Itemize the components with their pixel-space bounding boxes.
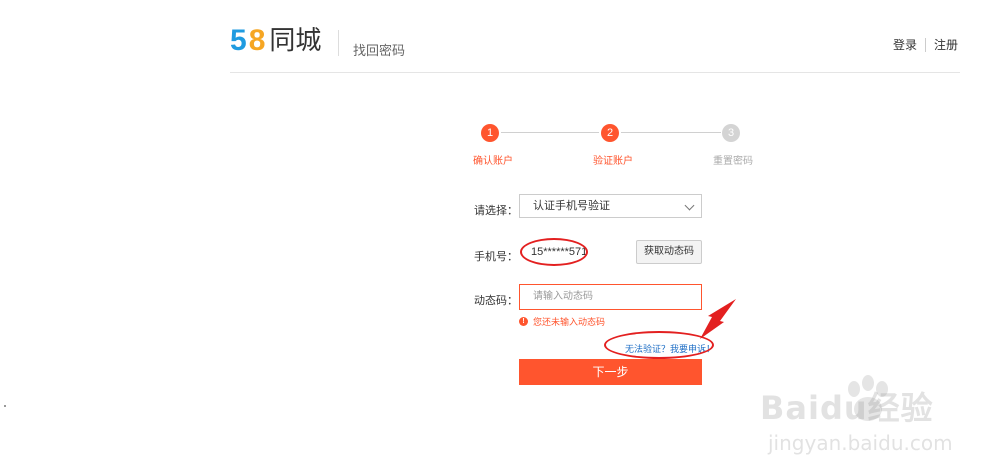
account-links: 登录 注册: [893, 36, 958, 53]
step-connector-2: [621, 132, 721, 133]
register-link[interactable]: 注册: [934, 36, 958, 53]
step-2-circle: 2: [601, 124, 619, 142]
step-progress: 1 2 3 确认账户 验证账户 重置密码: [470, 124, 770, 174]
step-1-label: 确认账户: [473, 156, 513, 167]
verify-method-select[interactable]: 认证手机号验证: [519, 194, 702, 218]
step-3-label: 重置密码: [713, 156, 753, 167]
header-divider: [338, 30, 339, 56]
step-2-label: 验证账户: [593, 156, 633, 167]
phone-label: 手机号：: [474, 251, 518, 263]
chevron-down-icon: [684, 200, 695, 211]
step-connector-1: [501, 132, 599, 133]
watermark-brand: Baidu经验: [760, 389, 934, 427]
phone-highlight-ellipse: [520, 238, 588, 266]
error-icon: !: [519, 317, 528, 326]
step-1-circle: 1: [481, 124, 499, 142]
code-input[interactable]: 请输入动态码: [519, 284, 702, 310]
watermark-url: jingyan.baidu.com: [768, 431, 953, 455]
login-link[interactable]: 登录: [893, 36, 917, 53]
next-step-button[interactable]: 下一步: [519, 359, 702, 385]
logo-digit-8: 8: [248, 24, 266, 57]
logo-digit-5: 5: [230, 24, 247, 57]
baidu-jingyan-watermark: Baidu经验 jingyan.baidu.com: [760, 375, 995, 465]
code-error-text: 您还未输入动态码: [533, 317, 606, 327]
stray-dot: [4, 405, 6, 407]
method-label: 请选择：: [474, 205, 518, 217]
step-3-circle: 3: [722, 124, 740, 142]
code-input-placeholder: 请输入动态码: [533, 291, 593, 302]
page-title: 找回密码: [353, 43, 406, 58]
get-code-button[interactable]: 获取动态码: [636, 240, 702, 264]
logo-chinese-text: 同城: [269, 26, 322, 56]
link-separator: [924, 37, 926, 52]
code-error-message: ! 您还未输入动态码: [519, 315, 605, 328]
site-header: 5 8 同城 找回密码 登录 注册: [230, 0, 960, 73]
code-label: 动态码：: [474, 295, 518, 307]
site-logo[interactable]: 5 8 同城: [230, 22, 322, 57]
verify-method-value: 认证手机号验证: [533, 200, 610, 212]
annotation-arrow-icon: [700, 299, 736, 339]
